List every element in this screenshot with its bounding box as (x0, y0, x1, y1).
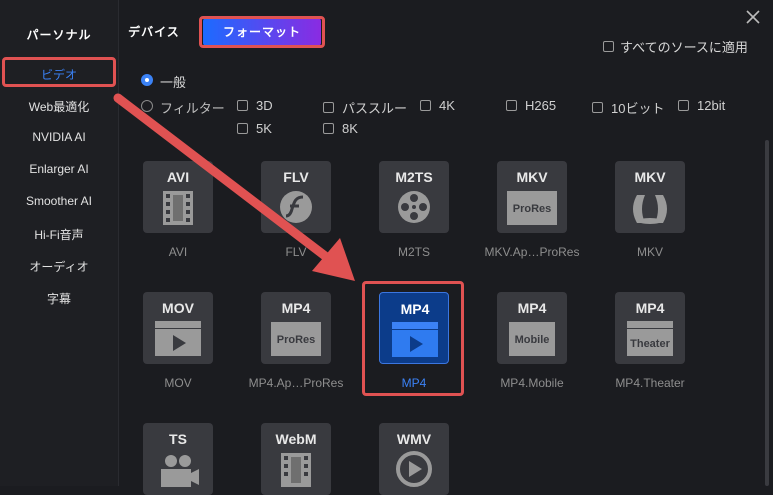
annotation-arrow-icon (113, 93, 355, 281)
